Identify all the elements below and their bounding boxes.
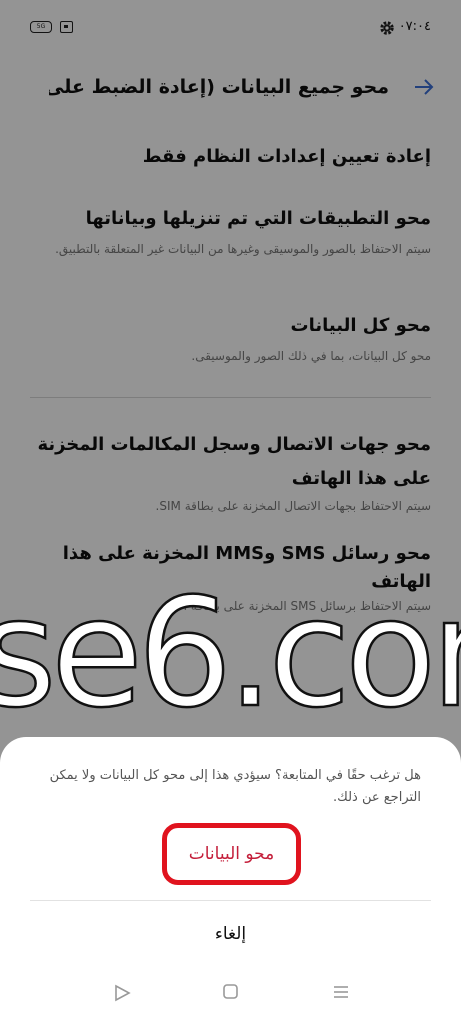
- confirm-bottom-sheet: هل ترغب حقًا في المتابعة؟ سيؤدي هذا إلى …: [0, 737, 461, 1024]
- dialog-divider: [30, 900, 431, 901]
- back-triangle-icon[interactable]: [112, 983, 132, 1007]
- menu-lines-icon[interactable]: [332, 983, 350, 1005]
- cancel-button[interactable]: إلغاء: [130, 917, 331, 951]
- dialog-message: هل ترغب حقًا في المتابعة؟ سيؤدي هذا إلى …: [49, 768, 421, 805]
- navigation-bar: [0, 983, 461, 1013]
- erase-data-button[interactable]: محو البيانات: [162, 823, 301, 885]
- home-square-icon[interactable]: [222, 983, 240, 1005]
